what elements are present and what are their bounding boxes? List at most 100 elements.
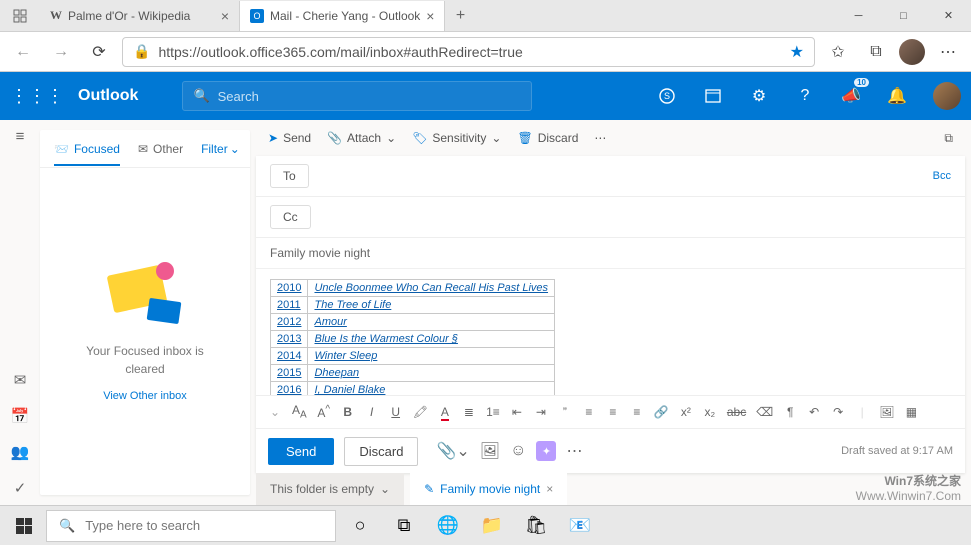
back-button[interactable]: ← (8, 37, 38, 67)
popout-icon[interactable]: ⧉ (944, 131, 953, 146)
film-link[interactable]: Amour (314, 316, 346, 328)
font-color-button[interactable]: A (438, 405, 452, 419)
film-link[interactable]: Winter Sleep (314, 350, 377, 362)
to-button[interactable]: To (270, 164, 309, 188)
app-launcher-icon[interactable]: ⋮⋮⋮ (10, 86, 64, 107)
year-link[interactable]: 2010 (277, 282, 301, 294)
insert-picture-button[interactable]: 🖼 (879, 405, 894, 419)
store-icon[interactable]: 🛍 (516, 508, 556, 544)
filter-dropdown[interactable]: Filter ⌄ (201, 142, 240, 156)
year-link[interactable]: 2011 (277, 299, 301, 311)
outdent-button[interactable]: ⇤ (510, 405, 524, 419)
ai-assist-icon[interactable]: ✦ (536, 441, 556, 461)
task-view-icon[interactable]: ⧉ (384, 508, 424, 544)
people-icon[interactable]: 👥 (11, 443, 30, 461)
tab-other[interactable]: ✉ Other (138, 142, 183, 156)
file-explorer-icon[interactable]: 📁 (472, 508, 512, 544)
film-link[interactable]: I, Daniel Blake (314, 384, 385, 395)
skype-icon[interactable]: S (651, 80, 683, 112)
url-input[interactable]: 🔒 https://outlook.office365.com/mail/inb… (122, 37, 815, 67)
search-input[interactable] (218, 89, 522, 104)
strikethrough-button[interactable]: abc (727, 405, 746, 419)
superscript-button[interactable]: x² (679, 405, 693, 419)
close-tab-icon[interactable]: × (221, 8, 229, 24)
table-button[interactable]: ▦ (904, 405, 918, 419)
sensitivity-command[interactable]: 🏷Sensitivity⌄ (412, 131, 501, 145)
megaphone-icon[interactable]: 📣10 (835, 80, 867, 112)
year-link[interactable]: 2015 (277, 367, 301, 379)
close-tab-icon[interactable]: × (546, 482, 553, 496)
bcc-link[interactable]: Bcc (933, 170, 951, 182)
start-button[interactable] (6, 508, 42, 544)
edge-icon[interactable]: 🌐 (428, 508, 468, 544)
discard-button[interactable]: Discard (344, 437, 418, 466)
align-right-button[interactable]: ≡ (630, 405, 644, 419)
collections-icon[interactable]: ⧉ (861, 37, 891, 67)
emoji-icon[interactable]: ☺ (510, 442, 526, 460)
account-avatar[interactable] (933, 82, 961, 110)
film-link[interactable]: The Tree of Life (314, 299, 391, 311)
quote-button[interactable]: ” (558, 405, 572, 419)
film-link[interactable]: Blue Is the Warmest Colour § (314, 333, 457, 345)
clear-format-button[interactable]: ⌫ (756, 405, 773, 419)
year-link[interactable]: 2014 (277, 350, 301, 362)
tab-focused[interactable]: 📨 Focused (54, 142, 120, 166)
indent-button[interactable]: ⇥ (534, 405, 548, 419)
subscript-button[interactable]: x₂ (703, 405, 717, 419)
paragraph-button[interactable]: ¶ (783, 405, 797, 419)
numbering-button[interactable]: 1≡ (486, 405, 500, 419)
cc-button[interactable]: Cc (270, 205, 311, 229)
year-link[interactable]: 2016 (277, 384, 301, 395)
new-tab-button[interactable]: + (445, 7, 475, 25)
insert-picture-icon[interactable]: 🖼 (480, 441, 500, 461)
calendar-icon[interactable]: 📅 (11, 407, 30, 425)
favorite-star-icon[interactable]: ★ (790, 42, 804, 62)
bottom-tab-draft[interactable]: ✎ Family movie night × (410, 473, 567, 505)
bottom-tab-empty[interactable]: This folder is empty ⌄ (256, 473, 404, 505)
mail-icon[interactable]: ✉ (14, 371, 27, 389)
browser-tab-wikipedia[interactable]: W Palme d'Or - Wikipedia × (40, 1, 240, 31)
italic-button[interactable]: I (365, 405, 379, 419)
film-link[interactable]: Dheepan (314, 367, 359, 379)
maximize-button[interactable]: □ (881, 0, 926, 32)
subject-field[interactable]: Family movie night (256, 238, 965, 269)
search-box[interactable]: 🔍 (182, 81, 532, 111)
year-link[interactable]: 2012 (277, 316, 301, 328)
todo-icon[interactable]: ✓ (14, 479, 27, 497)
redo-button[interactable]: ↷ (831, 405, 845, 419)
refresh-button[interactable]: ⟳ (84, 37, 114, 67)
bell-icon[interactable]: 🔔 (881, 80, 913, 112)
font-size-button[interactable]: AA (292, 403, 307, 420)
more-options-icon[interactable]: ⋯ (566, 441, 582, 461)
more-commands[interactable]: ⋯ (594, 131, 606, 145)
favorites-icon[interactable]: ✩ (823, 37, 853, 67)
attach-file-icon[interactable]: 📎⌄ (436, 441, 469, 461)
mail-app-icon[interactable]: 📧 (560, 508, 600, 544)
cortana-icon[interactable]: ○ (340, 508, 380, 544)
minimize-button[interactable]: ─ (836, 0, 881, 32)
profile-avatar[interactable] (899, 39, 925, 65)
undo-button[interactable]: ↶ (807, 405, 821, 419)
font-size-inc-button[interactable]: A^ (317, 404, 331, 420)
hamburger-icon[interactable]: ≡ (16, 128, 25, 145)
taskbar-search[interactable]: 🔍 Type here to search (46, 510, 336, 542)
help-icon[interactable]: ? (789, 80, 821, 112)
align-center-button[interactable]: ≡ (606, 405, 620, 419)
year-link[interactable]: 2013 (277, 333, 301, 345)
view-other-link[interactable]: View Other inbox (103, 390, 187, 402)
browser-tab-outlook[interactable]: O Mail - Cherie Yang - Outlook × (240, 1, 445, 31)
bullets-button[interactable]: ≣ (462, 405, 476, 419)
discard-command[interactable]: 🗑Discard (517, 131, 578, 145)
settings-gear-icon[interactable]: ⚙ (743, 80, 775, 112)
film-link[interactable]: Uncle Boonmee Who Can Recall His Past Li… (314, 282, 548, 294)
browser-menu-icon[interactable] (0, 9, 40, 23)
underline-button[interactable]: U (389, 405, 403, 419)
send-button[interactable]: Send (268, 438, 334, 465)
outlook-today-icon[interactable] (697, 80, 729, 112)
close-window-button[interactable]: ✕ (926, 0, 971, 32)
highlight-button[interactable]: 🖍 (413, 405, 428, 419)
attach-command[interactable]: 📎Attach⌄ (327, 131, 396, 145)
bold-button[interactable]: B (341, 405, 355, 419)
align-left-button[interactable]: ≡ (582, 405, 596, 419)
send-command[interactable]: ➤Send (268, 131, 311, 145)
